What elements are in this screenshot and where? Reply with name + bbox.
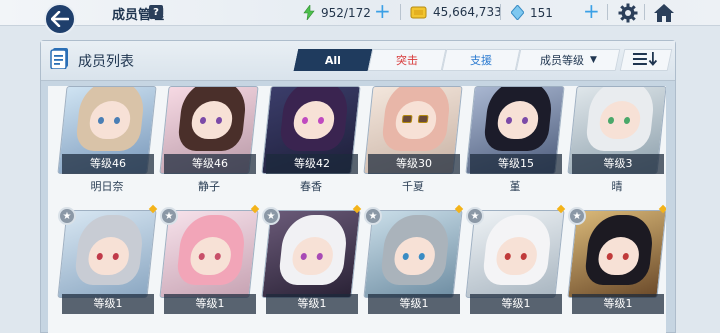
divider — [400, 4, 401, 20]
level-label: 等级46 — [62, 154, 154, 174]
pin-icon: ★ — [164, 210, 174, 222]
stamina-value: 952/172 — [321, 5, 371, 20]
level-label: 等级42 — [266, 154, 358, 174]
gems-value: 151 — [530, 5, 553, 20]
member-name: 晴 — [611, 180, 623, 193]
lightning-icon — [303, 5, 315, 20]
arrow-left-icon — [51, 11, 69, 27]
level-label: 等级1 — [368, 294, 460, 314]
member-list-icon — [50, 48, 68, 69]
member-name: 明日奈 — [90, 180, 124, 193]
tab-striker[interactable]: 突击 — [367, 49, 447, 71]
add-stamina-button[interactable]: + — [374, 1, 391, 21]
sort-direction-button[interactable] — [619, 49, 673, 71]
home-button[interactable] — [653, 3, 675, 27]
credit-icon — [410, 6, 427, 18]
level-label: 等级1 — [572, 294, 664, 314]
pin-icon: ★ — [470, 210, 480, 222]
help-button[interactable]: ? — [149, 5, 163, 19]
level-label: 等级46 — [164, 154, 256, 174]
pin-icon: ★ — [368, 210, 378, 222]
pin-icon: ★ — [572, 210, 582, 222]
level-label: 等级30 — [368, 154, 460, 174]
gear-icon — [618, 3, 638, 23]
badge-button[interactable]: ★ — [58, 207, 76, 225]
tab-special[interactable]: 支援 — [441, 49, 521, 71]
add-gems-button[interactable]: + — [583, 1, 600, 21]
sort-dropdown[interactable]: 成员等级 ▼ — [515, 49, 621, 71]
credits-value: 45,664,733 — [433, 5, 502, 19]
level-label: 等级1 — [266, 294, 358, 314]
divider — [500, 4, 501, 20]
panel-title: 成员列表 — [78, 54, 134, 70]
chevron-down-icon: ▼ — [589, 55, 597, 65]
member-name: 春香 — [300, 180, 322, 193]
divider — [644, 4, 645, 20]
level-label: 等级1 — [62, 294, 154, 314]
level-label: 等级15 — [470, 154, 562, 174]
tab-all[interactable]: All — [293, 49, 373, 71]
badge-button[interactable]: ★ — [466, 207, 484, 225]
top-bar: 成员管理 ? 952/172 + 45,664,733 151 + — [0, 0, 720, 26]
back-button[interactable] — [44, 3, 76, 35]
badge-button[interactable]: ★ — [160, 207, 178, 225]
gems-display: 151 — [511, 5, 553, 20]
member-name: 静子 — [198, 180, 220, 193]
badge-button[interactable]: ★ — [568, 207, 586, 225]
credits-display: 45,664,733 — [410, 5, 502, 19]
tab-striker-label: 突击 — [396, 54, 418, 67]
panel-header: 成员列表 All 突击 支援 成员等级 ▼ — [41, 41, 675, 81]
tab-all-label: All — [324, 53, 342, 67]
member-name: 堇 — [509, 180, 521, 193]
settings-button[interactable] — [618, 3, 638, 27]
tab-special-label: 支援 — [470, 54, 492, 67]
badge-button[interactable]: ★ — [262, 207, 280, 225]
member-name: 千夏 — [402, 180, 424, 193]
member-grid: 等级46 明日奈 等级46 静子 等级42 春香 等级30 千夏 等级15 堇 … — [48, 86, 666, 333]
home-icon — [654, 4, 674, 22]
level-label: 等级3 — [572, 154, 664, 174]
badge-button[interactable]: ★ — [364, 207, 382, 225]
stamina-display: 952/172 — [303, 5, 371, 20]
pin-icon: ★ — [266, 210, 276, 222]
sort-label: 成员等级 — [539, 54, 584, 67]
level-label: 等级1 — [164, 294, 256, 314]
gem-icon — [511, 5, 524, 20]
pin-icon: ★ — [62, 210, 72, 222]
divider — [607, 4, 608, 20]
sort-descending-icon — [633, 51, 659, 69]
level-label: 等级1 — [470, 294, 562, 314]
